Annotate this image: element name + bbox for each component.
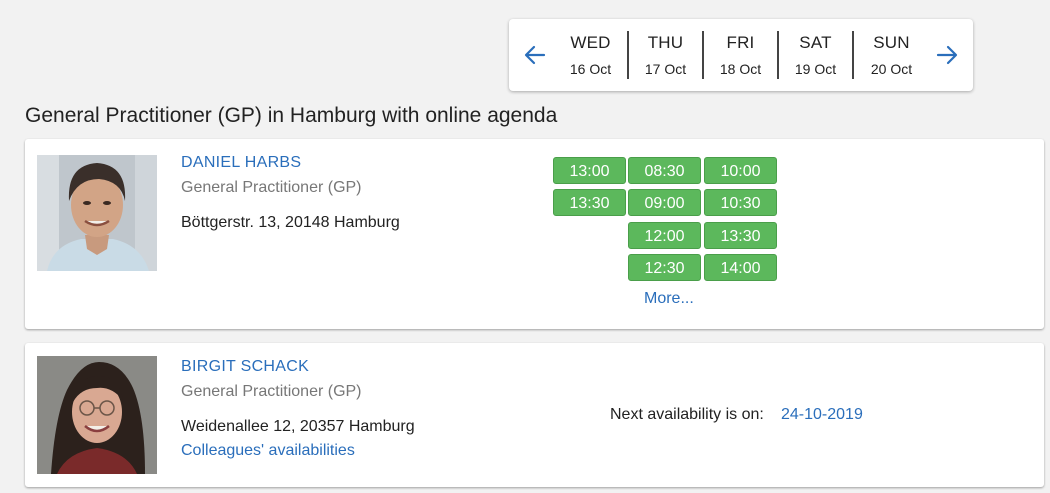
day-fri[interactable]: FRI 18 Oct	[704, 31, 779, 79]
day-date: 19 Oct	[794, 61, 837, 77]
time-slot[interactable]: 12:30	[628, 254, 701, 281]
doctor-photo[interactable]	[37, 356, 157, 474]
day-name: FRI	[726, 33, 755, 52]
next-availability-label: Next availability is on:	[610, 406, 764, 423]
arrow-left-icon	[524, 45, 546, 65]
time-slot[interactable]: 12:00	[628, 222, 701, 249]
day-date: 17 Oct	[644, 61, 687, 77]
next-days-button[interactable]	[927, 19, 967, 91]
time-slot[interactable]: 10:30	[704, 189, 777, 216]
doctor-specialty: General Practitioner (GP)	[181, 383, 362, 400]
day-wed[interactable]: WED 16 Oct	[554, 31, 629, 79]
doctor-specialty: General Practitioner (GP)	[181, 179, 362, 196]
day-date: 16 Oct	[569, 61, 612, 77]
day-thu[interactable]: THU 17 Oct	[629, 31, 704, 79]
doctor-name-link[interactable]: DANIEL HARBS	[181, 154, 301, 172]
day-sat[interactable]: SAT 19 Oct	[779, 31, 854, 79]
time-slot[interactable]: 13:30	[704, 222, 777, 249]
date-navigator: WED 16 Oct THU 17 Oct FRI 18 Oct SAT 19 …	[509, 19, 973, 91]
previous-days-button[interactable]	[515, 19, 555, 91]
day-date: 20 Oct	[870, 61, 913, 77]
day-name: WED	[570, 33, 611, 52]
page-title: General Practitioner (GP) in Hamburg wit…	[25, 104, 558, 127]
next-availability-date-link[interactable]: 24-10-2019	[781, 406, 863, 424]
day-sun[interactable]: SUN 20 Oct	[854, 31, 929, 79]
time-slot[interactable]: 08:30	[628, 157, 701, 184]
time-slot[interactable]: 13:00	[553, 157, 626, 184]
doctor-portrait-image	[37, 155, 157, 271]
time-slot[interactable]: 13:30	[553, 189, 626, 216]
doctor-address: Böttgerstr. 13, 20148 Hamburg	[181, 214, 400, 231]
day-name: SAT	[799, 33, 832, 52]
doctor-address: Weidenallee 12, 20357 Hamburg	[181, 418, 415, 435]
doctor-portrait-image	[37, 356, 157, 474]
more-slots-link[interactable]: More...	[644, 290, 694, 308]
doctor-card: DANIEL HARBS General Practitioner (GP) B…	[25, 139, 1044, 329]
doctor-name-link[interactable]: BIRGIT SCHACK	[181, 358, 309, 376]
time-slot[interactable]: 09:00	[628, 189, 701, 216]
day-name: SUN	[873, 33, 910, 52]
time-slot[interactable]: 14:00	[704, 254, 777, 281]
arrow-right-icon	[936, 45, 958, 65]
day-columns: WED 16 Oct THU 17 Oct FRI 18 Oct SAT 19 …	[554, 31, 930, 79]
day-date: 18 Oct	[719, 61, 762, 77]
doctor-card: BIRGIT SCHACK General Practitioner (GP) …	[25, 343, 1044, 487]
day-name: THU	[647, 33, 684, 52]
time-slot[interactable]: 10:00	[704, 157, 777, 184]
doctor-photo[interactable]	[37, 155, 157, 271]
colleagues-availabilities-link[interactable]: Colleagues' availabilities	[181, 442, 355, 460]
